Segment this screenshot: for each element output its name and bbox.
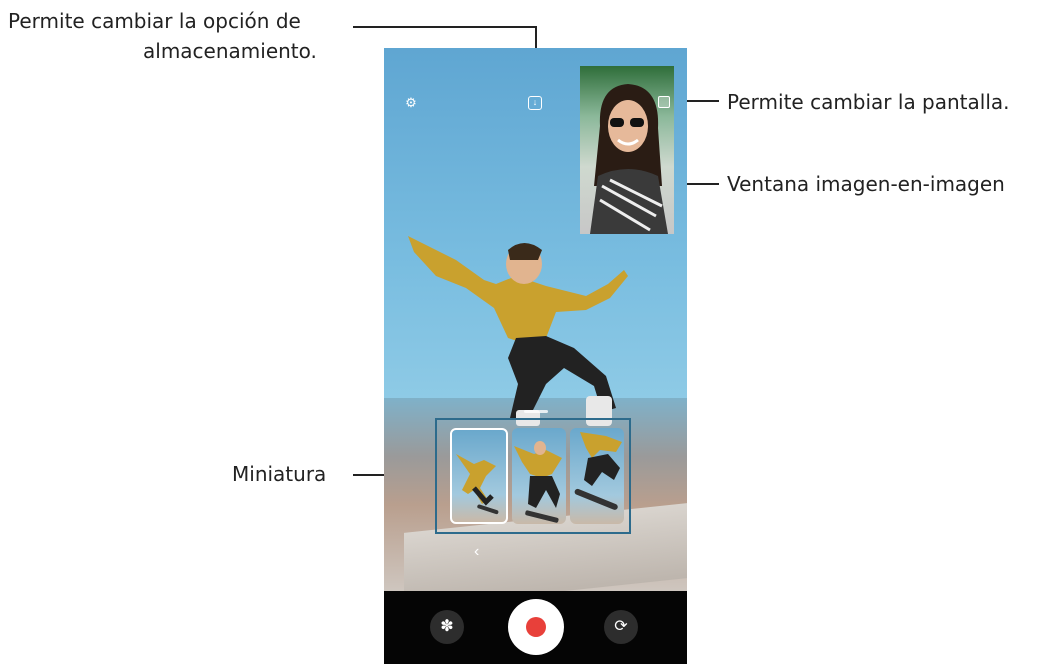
download-icon[interactable]: ↓ — [528, 96, 542, 110]
record-button[interactable] — [508, 599, 564, 655]
gear-icon[interactable]: ⚙ — [404, 96, 418, 110]
pip-window-callout: Ventana imagen-en-imagen — [727, 172, 1005, 196]
record-icon — [526, 617, 546, 637]
chevron-left-icon[interactable]: ‹ — [474, 544, 479, 560]
camera-controls-bar: ✽ ⟳ — [384, 591, 687, 664]
screen-switch-callout: Permite cambiar la pantalla. — [727, 90, 1010, 114]
thumbnail-highlight-box — [435, 418, 631, 534]
drag-handle[interactable] — [524, 410, 548, 413]
flip-camera-icon[interactable]: ⟳ — [604, 610, 638, 644]
pip-window[interactable] — [580, 66, 674, 234]
thumbnail-callout: Miniatura — [232, 462, 327, 486]
camera-screen: ⚙ ↓ ‹ ✽ ⟳ — [384, 48, 687, 664]
storage-callout-line-h — [353, 26, 537, 28]
pip-portrait — [590, 84, 668, 234]
switch-screen-icon[interactable] — [658, 96, 670, 108]
storage-callout-line2: almacenamiento. — [143, 39, 317, 63]
storage-callout-line1: Permite cambiar la opción de — [8, 9, 301, 33]
filter-icon[interactable]: ✽ — [430, 610, 464, 644]
